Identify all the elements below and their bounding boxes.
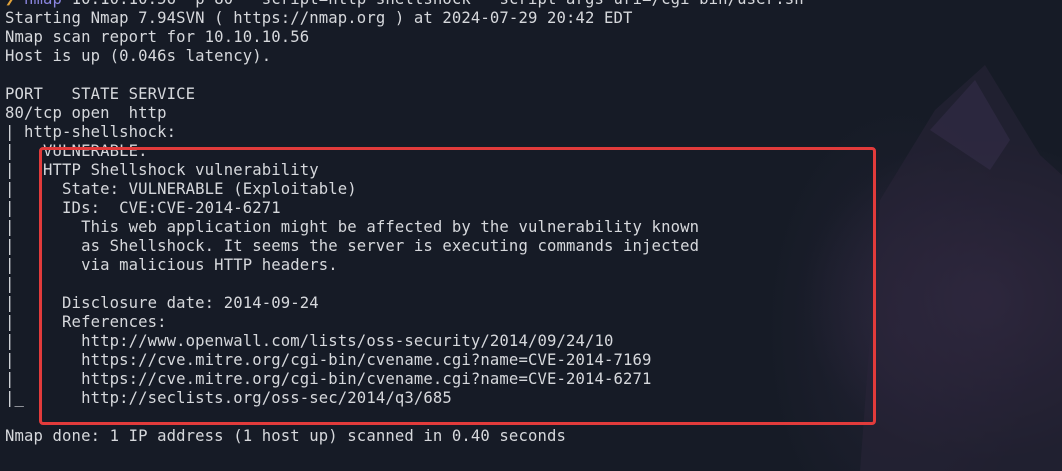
output-line: Starting Nmap 7.94SVN ( https://nmap.org… <box>5 9 633 27</box>
output-line: | https://cve.mitre.org/cgi-bin/cvename.… <box>5 351 652 369</box>
output-line: | http-shellshock: <box>5 123 177 141</box>
output-line: | https://cve.mitre.org/cgi-bin/cvename.… <box>5 370 652 388</box>
output-line: | HTTP Shellshock vulnerability <box>5 161 319 179</box>
output-line: | http://www.openwall.com/lists/oss-secu… <box>5 332 614 350</box>
output-line: | VULNERABLE: <box>5 142 148 160</box>
terminal-output[interactable]: ❯ nmap 10.10.10.56 -p 80 --script=http-s… <box>5 0 804 446</box>
output-line: | IDs: CVE:CVE-2014-6271 <box>5 199 281 217</box>
output-line: |_ http://seclists.org/oss-sec/2014/q3/6… <box>5 389 452 407</box>
output-line: | <box>5 275 15 293</box>
output-line: Host is up (0.046s latency). <box>5 47 272 65</box>
output-line: | This web application might be affected… <box>5 218 700 236</box>
terminal-window[interactable]: ❯ nmap 10.10.10.56 -p 80 --script=http-s… <box>0 0 1062 471</box>
command-args: 10.10.10.56 -p 80 --script=http-shellsho… <box>62 0 804 8</box>
output-line: | State: VULNERABLE (Exploitable) <box>5 180 357 198</box>
output-line: | References: <box>5 313 167 331</box>
output-line: | via malicious HTTP headers. <box>5 256 338 274</box>
output-line: | as Shellshock. It seems the server is … <box>5 237 700 255</box>
command-name: nmap <box>24 0 62 8</box>
prompt-arrow-icon: ❯ <box>5 0 15 8</box>
output-line: Nmap done: 1 IP address (1 host up) scan… <box>5 427 566 445</box>
output-line: | Disclosure date: 2014-09-24 <box>5 294 319 312</box>
output-line: 80/tcp open http <box>5 104 167 122</box>
output-line: Nmap scan report for 10.10.10.56 <box>5 28 310 46</box>
output-line: PORT STATE SERVICE <box>5 85 196 103</box>
command-line: ❯ nmap 10.10.10.56 -p 80 --script=http-s… <box>5 0 804 9</box>
